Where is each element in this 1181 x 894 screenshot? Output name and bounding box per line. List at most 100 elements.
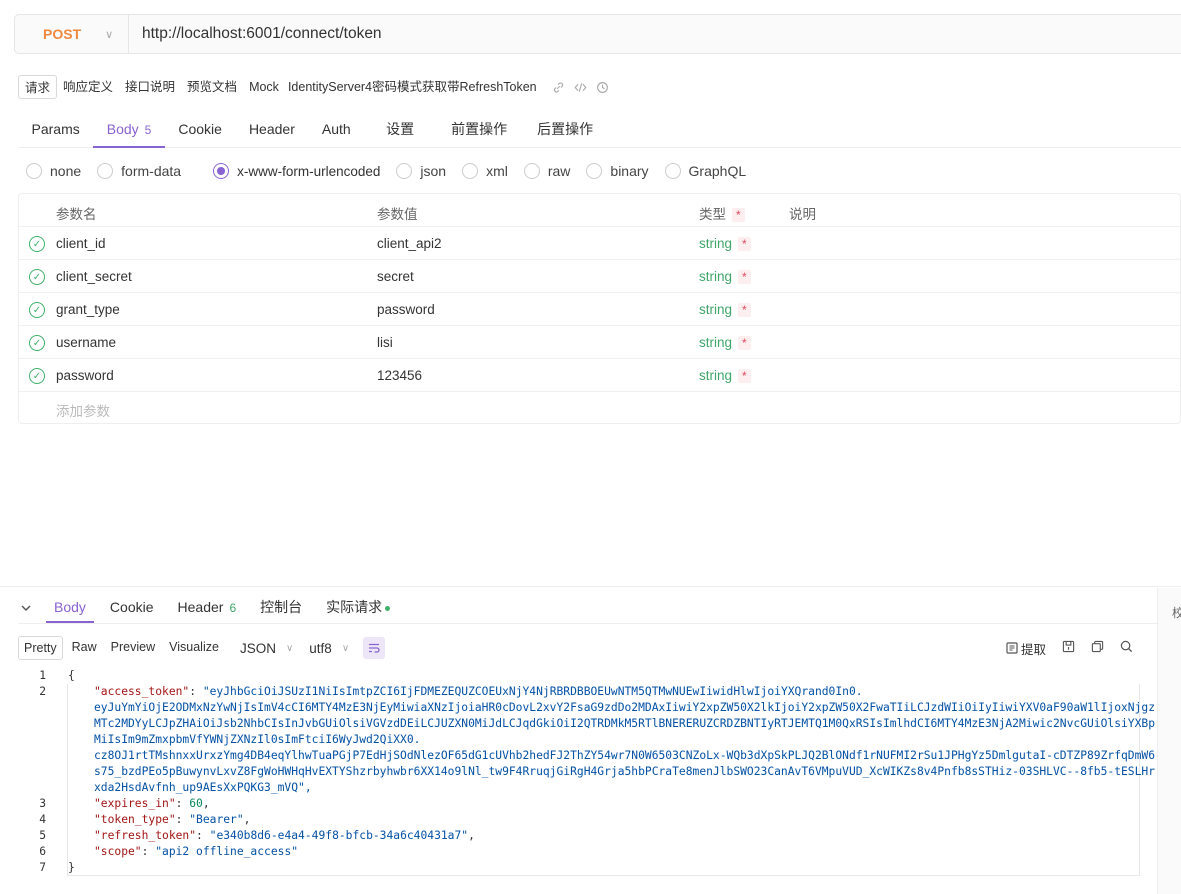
- subtab-request[interactable]: 请求: [18, 75, 58, 99]
- chevron-down-icon: ∨: [105, 28, 114, 41]
- history-icon[interactable]: [595, 79, 611, 95]
- json-string: "api2 offline_access": [155, 845, 299, 858]
- tab-label: Body: [106, 121, 139, 137]
- view-preview[interactable]: Preview: [106, 636, 160, 660]
- tab-label: 设置: [386, 121, 415, 137]
- param-type-label: string: [699, 302, 733, 317]
- json-number: 60: [189, 797, 203, 810]
- extract-button[interactable]: 提取: [1006, 639, 1046, 658]
- tab-auth[interactable]: Auth: [308, 112, 364, 148]
- tab-settings[interactable]: 设置: [364, 112, 436, 148]
- check-circle-icon[interactable]: ✓: [29, 335, 45, 351]
- table-row: ✓ username lisi string *: [19, 326, 1181, 359]
- resp-tab-actual-request[interactable]: 实际请求: [318, 593, 398, 623]
- param-type[interactable]: string *: [699, 236, 751, 251]
- tab-cookie[interactable]: Cookie: [165, 112, 236, 148]
- param-type[interactable]: string *: [699, 269, 751, 284]
- right-side-panel: [1157, 588, 1181, 894]
- link-icon[interactable]: [551, 79, 567, 95]
- radio-label: raw: [547, 163, 571, 179]
- check-circle-icon[interactable]: ✓: [29, 302, 45, 318]
- radio-xml[interactable]: xml: [462, 163, 508, 179]
- tab-label: 控制台: [260, 599, 303, 615]
- wrap-lines-icon[interactable]: [363, 637, 386, 659]
- code-text: "token_type": "Bearer",: [94, 813, 251, 826]
- required-icon: *: [738, 369, 751, 383]
- param-type-label: string: [699, 368, 733, 383]
- radio-json[interactable]: json: [396, 163, 446, 179]
- view-visualize[interactable]: Visualize: [164, 636, 224, 660]
- check-circle-icon[interactable]: ✓: [29, 236, 45, 252]
- radio-circle-icon: [523, 163, 540, 179]
- table-row: ✓ grant_type password string *: [19, 293, 1181, 326]
- param-type-label: string: [699, 269, 733, 284]
- extract-label: 提取: [1021, 642, 1047, 657]
- param-type[interactable]: string *: [699, 302, 751, 317]
- method-label: POST: [43, 26, 82, 42]
- resp-tab-cookie[interactable]: Cookie: [102, 593, 162, 623]
- radio-binary[interactable]: binary: [586, 163, 649, 179]
- param-name[interactable]: password: [56, 368, 114, 383]
- subtab-api-doc[interactable]: 接口说明: [119, 75, 181, 99]
- radio-circle-icon: [26, 163, 42, 179]
- subtab-response-def[interactable]: 响应定义: [57, 75, 119, 99]
- param-name[interactable]: grant_type: [56, 302, 120, 317]
- param-value[interactable]: secret: [377, 269, 414, 284]
- tab-label: Header: [248, 121, 295, 137]
- encoding-select[interactable]: utf8 ∨: [309, 641, 349, 656]
- param-name[interactable]: client_secret: [56, 269, 132, 284]
- check-circle-icon[interactable]: ✓: [29, 269, 45, 285]
- code-text: }: [68, 861, 75, 874]
- copy-icon[interactable]: [1091, 640, 1104, 656]
- radio-raw[interactable]: raw: [523, 163, 571, 179]
- param-name[interactable]: client_id: [56, 236, 106, 251]
- param-value[interactable]: password: [377, 302, 435, 317]
- tab-post-ops[interactable]: 后置操作: [522, 112, 608, 148]
- code-icon[interactable]: [573, 79, 589, 95]
- json-string: "Bearer": [189, 813, 244, 826]
- param-type-label: string: [699, 335, 733, 350]
- format-label: JSON: [239, 640, 276, 656]
- header-desc: 说明: [789, 207, 816, 222]
- tab-params[interactable]: Params: [18, 112, 93, 148]
- response-code-viewer[interactable]: 1 { 2 "access_token": "eyJhbGciOiJSUzI1NiI…: [18, 668, 1155, 878]
- radio-x-www-form-urlencoded[interactable]: x-www-form-urlencoded: [213, 163, 380, 179]
- radio-form-data[interactable]: form-data: [97, 163, 181, 179]
- url-input[interactable]: http://localhost:6001/connect/token: [129, 25, 382, 43]
- add-param-input[interactable]: 添加参数: [56, 400, 110, 420]
- radio-circle-icon: [462, 163, 479, 179]
- param-name[interactable]: username: [56, 335, 116, 350]
- view-pretty[interactable]: Pretty: [18, 636, 63, 660]
- tab-header[interactable]: Header: [235, 112, 308, 148]
- subtab-preview-doc[interactable]: 预览文档: [181, 75, 243, 99]
- param-value[interactable]: 123456: [377, 368, 422, 383]
- view-raw[interactable]: Raw: [67, 636, 102, 660]
- tab-body[interactable]: Body 5: [93, 112, 165, 148]
- param-value[interactable]: client_api2: [377, 236, 442, 251]
- method-select[interactable]: POST ∨: [15, 15, 129, 53]
- save-icon[interactable]: [1062, 640, 1075, 656]
- tab-label: Auth: [321, 121, 351, 137]
- param-type[interactable]: string *: [699, 368, 751, 383]
- radio-graphql[interactable]: GraphQL: [664, 163, 746, 179]
- radio-none[interactable]: none: [26, 163, 81, 179]
- url-bar: POST ∨ http://localhost:6001/connect/tok…: [14, 14, 1181, 54]
- chevron-down-icon: ∨: [285, 642, 294, 654]
- resp-tab-body[interactable]: Body: [46, 593, 94, 623]
- param-type[interactable]: string *: [699, 335, 751, 350]
- tab-pre-ops[interactable]: 前置操作: [436, 112, 522, 148]
- param-value[interactable]: lisi: [377, 335, 393, 350]
- right-panel-label[interactable]: 校: [1172, 604, 1181, 621]
- resp-tab-console[interactable]: 控制台: [252, 593, 310, 623]
- chevron-down-icon[interactable]: [18, 593, 46, 623]
- check-circle-icon[interactable]: ✓: [29, 368, 45, 384]
- resp-tab-header[interactable]: Header 6: [170, 593, 245, 623]
- radio-circle-icon: [97, 163, 114, 179]
- subtab-mock[interactable]: Mock: [243, 75, 285, 99]
- radio-label: binary: [610, 163, 649, 179]
- format-select[interactable]: JSON ∨: [240, 641, 293, 656]
- tab-label: Cookie: [178, 121, 222, 137]
- api-name[interactable]: IdentityServer4密码模式获取带RefreshToken: [285, 75, 543, 99]
- search-icon[interactable]: [1120, 640, 1133, 656]
- radio-circle-icon: [586, 163, 603, 179]
